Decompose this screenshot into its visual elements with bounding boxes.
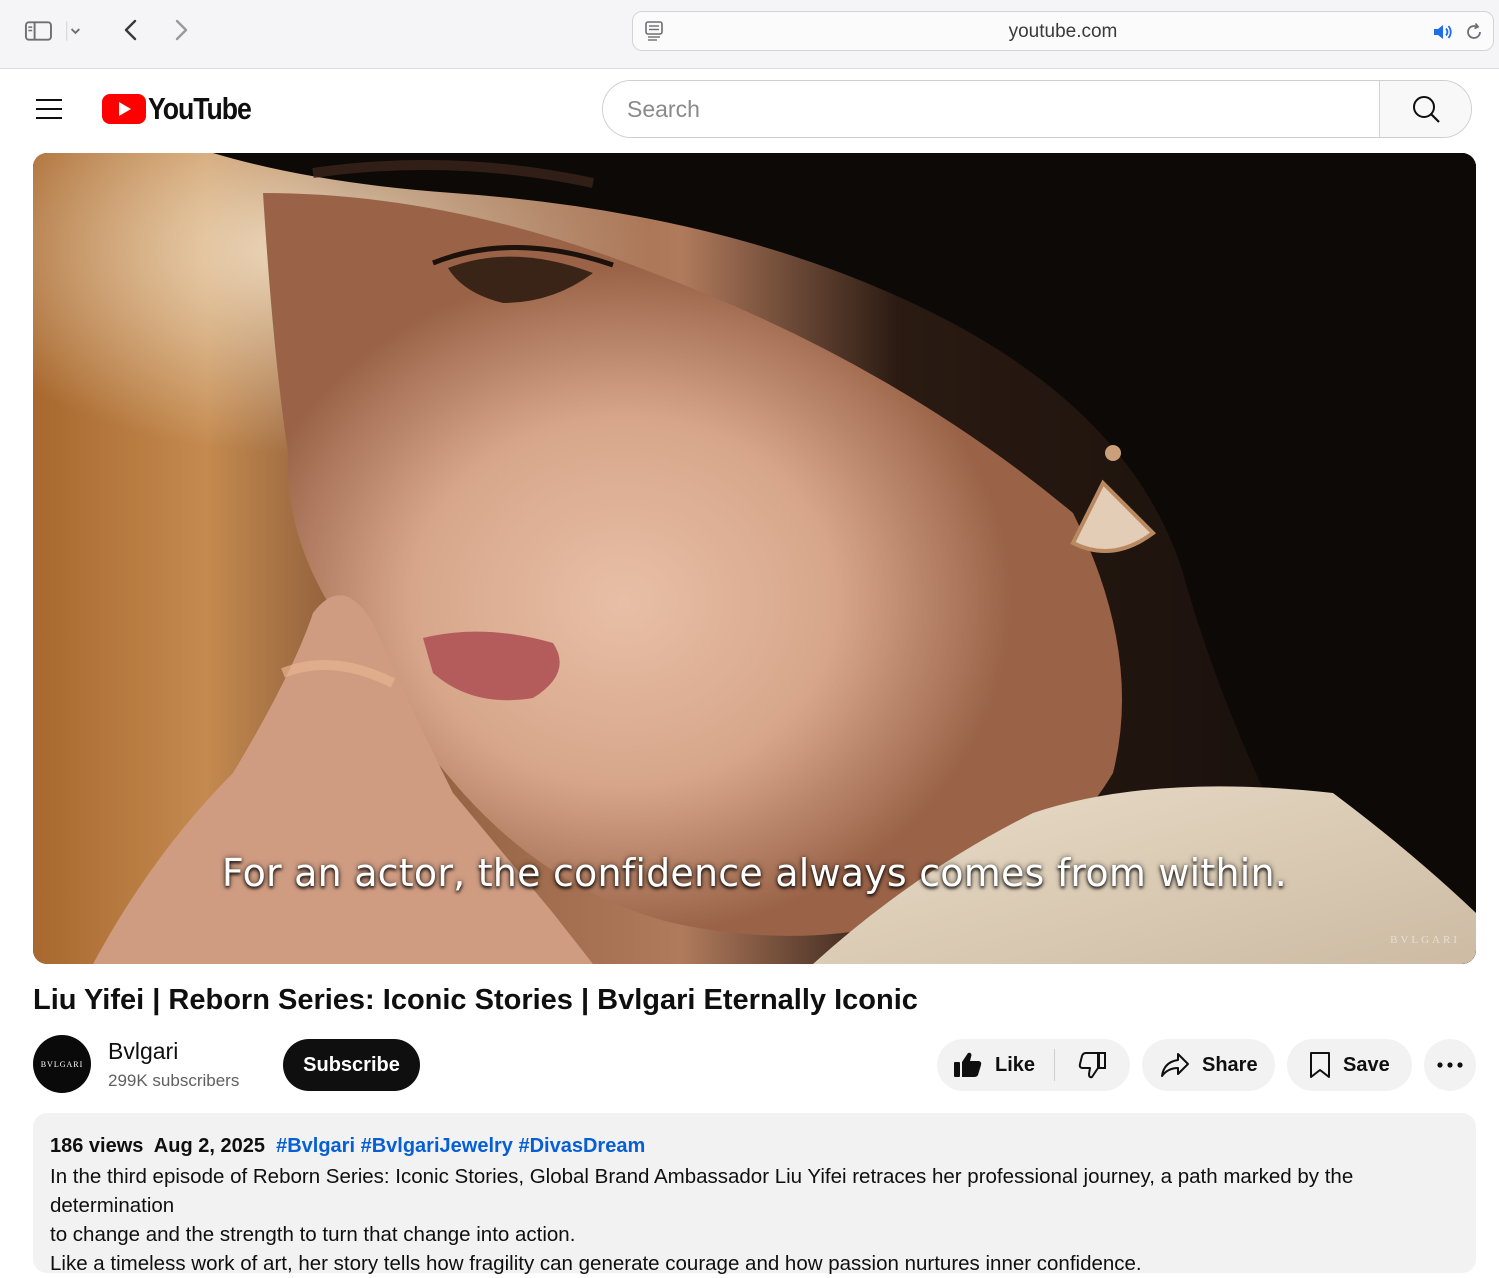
subscriber-count: 299K subscribers [108, 1071, 240, 1090]
like-button[interactable]: Like [937, 1039, 1054, 1091]
channel-avatar[interactable]: BVLGARI [33, 1035, 91, 1093]
view-count: 186 views [50, 1135, 144, 1157]
subscribe-button[interactable]: Subscribe [283, 1039, 420, 1091]
share-label: Share [1202, 1053, 1258, 1076]
chevron-down-icon[interactable] [61, 19, 84, 43]
sidebar-toggle-button[interactable] [24, 16, 84, 46]
channel-name[interactable]: Bvlgari [108, 1038, 178, 1065]
search-button[interactable] [1379, 81, 1471, 137]
like-label: Like [995, 1053, 1036, 1076]
description-line: to change and the strength to turn that … [50, 1223, 576, 1246]
more-horizontal-icon [1437, 1062, 1463, 1068]
chevron-left-icon [124, 19, 137, 41]
share-button[interactable]: Share [1142, 1039, 1275, 1091]
url-text: youtube.com [1008, 21, 1118, 42]
video-player[interactable]: For an actor, the confidence always come… [33, 153, 1476, 964]
address-bar[interactable]: youtube.com [632, 11, 1494, 51]
upload-date: Aug 2, 2025 [153, 1135, 265, 1157]
bookmark-icon [1310, 1052, 1330, 1078]
sidebar-icon [24, 21, 52, 41]
youtube-wordmark: YouTube [148, 91, 252, 126]
forward-button[interactable] [166, 14, 196, 46]
reload-icon[interactable] [1463, 21, 1485, 43]
youtube-logo[interactable]: YouTube [102, 91, 268, 126]
video-title: Liu Yifei | Reborn Series: Iconic Storie… [33, 984, 918, 1016]
search-box [602, 80, 1472, 138]
brand-watermark: BVLGARI [1390, 934, 1460, 946]
youtube-header: YouTube [0, 70, 1499, 150]
dislike-button[interactable] [1055, 1039, 1130, 1091]
hamburger-menu-icon[interactable] [34, 97, 64, 121]
video-frame-image [33, 153, 1476, 964]
share-icon [1161, 1053, 1189, 1077]
description-line: Like a timeless work of art, her story t… [50, 1252, 1142, 1275]
description-line: In the third episode of Reborn Series: I… [50, 1165, 1354, 1217]
like-dislike-group: Like [937, 1039, 1130, 1091]
hashtag-link[interactable]: #DivasDream [518, 1135, 645, 1157]
video-caption: For an actor, the confidence always come… [221, 851, 1288, 895]
save-button[interactable]: Save [1287, 1039, 1412, 1091]
description-box[interactable]: 186 views Aug 2, 2025 #Bvlgari #BvlgariJ… [33, 1113, 1476, 1275]
youtube-play-icon [102, 94, 146, 124]
back-button[interactable] [116, 14, 146, 46]
save-label: Save [1343, 1053, 1390, 1076]
speaker-icon[interactable] [1431, 21, 1455, 43]
browser-toolbar: youtube.com [0, 0, 1499, 69]
chevron-right-icon [175, 19, 188, 41]
description-meta: 186 views Aug 2, 2025 #Bvlgari #BvlgariJ… [50, 1133, 1459, 1159]
search-input[interactable] [603, 81, 1379, 137]
more-actions-button[interactable] [1424, 1039, 1476, 1091]
avatar-logo-text: BVLGARI [40, 1059, 84, 1069]
thumbs-up-icon [954, 1052, 982, 1077]
hashtag-link[interactable]: #Bvlgari [276, 1135, 355, 1157]
hashtag-link[interactable]: #BvlgariJewelry [361, 1135, 513, 1157]
thumbs-down-icon [1078, 1052, 1106, 1079]
search-icon [1412, 96, 1440, 123]
